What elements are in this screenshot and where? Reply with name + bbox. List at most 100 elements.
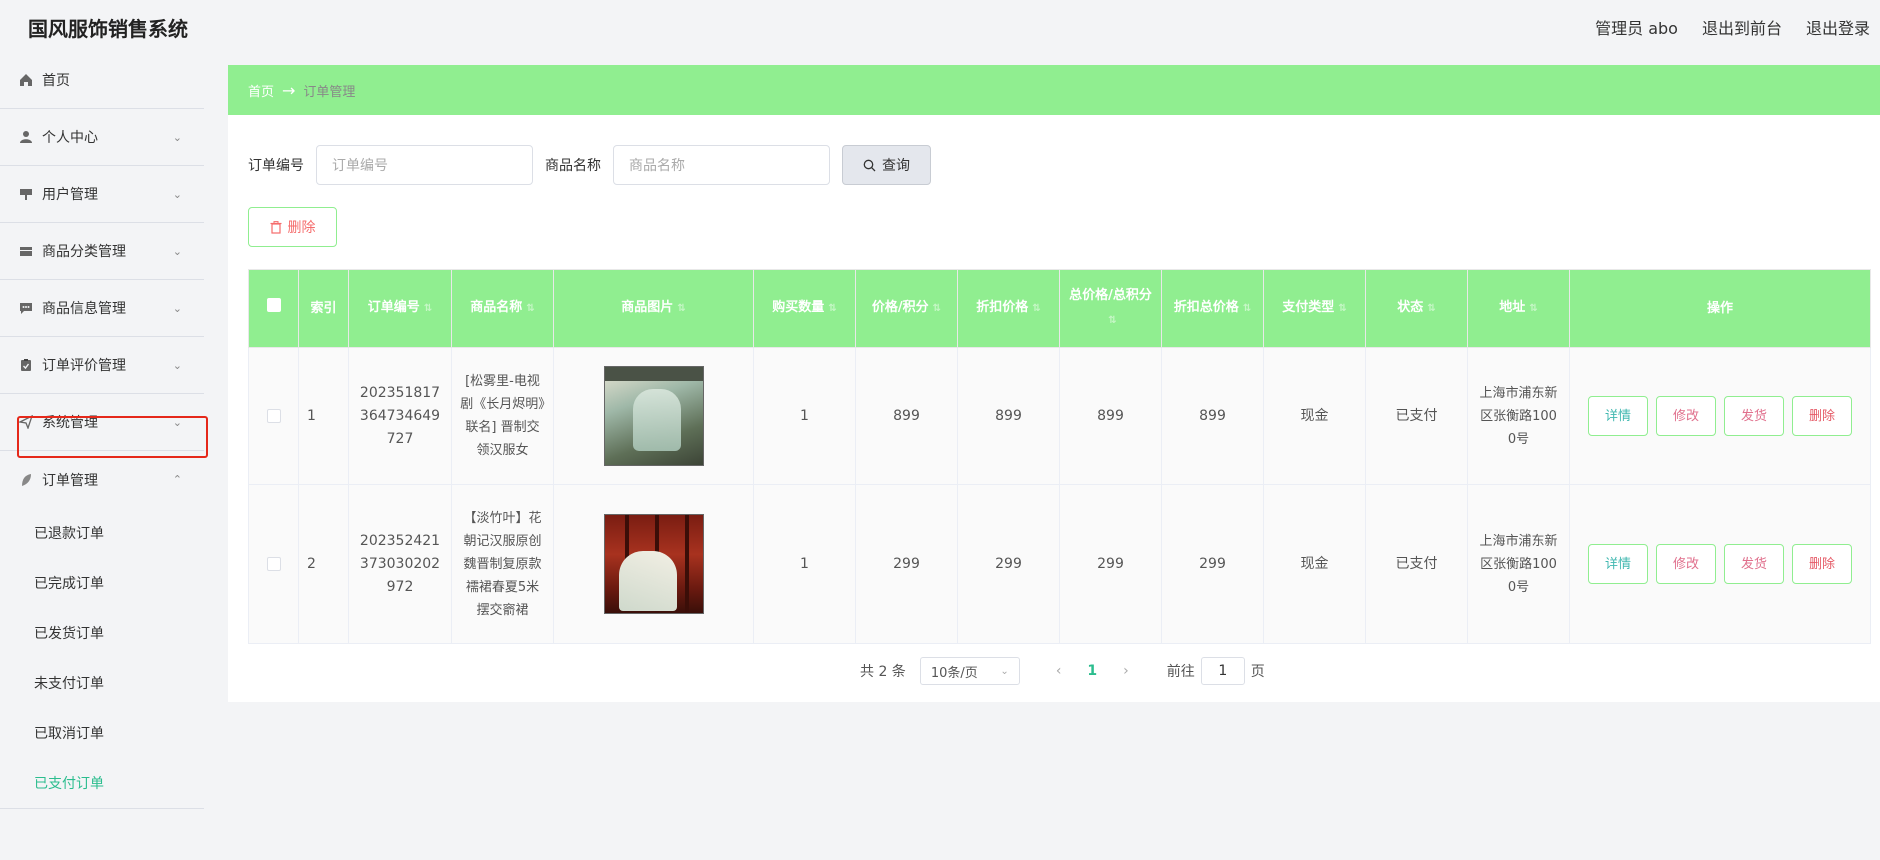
column-header[interactable]: 地址 ⇅ [1467, 269, 1570, 348]
current-page-number[interactable]: 1 [1087, 663, 1097, 679]
goto-page-input[interactable]: 1 [1200, 657, 1245, 685]
submenu-shipped-orders[interactable]: 已发货订单 [0, 608, 204, 658]
home-icon [18, 72, 34, 88]
sidebar-item-order-review-management[interactable]: 订单评价管理 ⌄ [0, 337, 204, 394]
column-header[interactable]: 支付类型 ⇅ [1263, 269, 1366, 348]
submenu-unpaid-orders[interactable]: 未支付订单 [0, 658, 204, 708]
column-header[interactable]: 订单编号 ⇅ [348, 269, 452, 348]
detail-button[interactable]: 详情 [1588, 396, 1648, 436]
sort-icon[interactable]: ⇅ [1032, 303, 1040, 314]
brush-icon [18, 186, 34, 202]
cell-price: 899 [855, 347, 958, 485]
submenu-refunded-orders[interactable]: 已退款订单 [0, 508, 204, 558]
column-header[interactable]: 状态 ⇅ [1365, 269, 1468, 348]
edit-button[interactable]: 修改 [1656, 544, 1716, 584]
breadcrumb-home-link[interactable]: 首页 [248, 81, 274, 100]
cell-discount-total: 299 [1161, 484, 1264, 644]
sidebar-item-category-management[interactable]: 商品分类管理 ⌄ [0, 223, 204, 280]
column-header[interactable]: 购买数量 ⇅ [753, 269, 856, 348]
next-page-icon[interactable]: › [1123, 663, 1129, 679]
product-name-input[interactable]: 商品名称 [613, 145, 830, 185]
column-header[interactable]: 总价格/总积分⇅ [1059, 269, 1162, 348]
sort-icon[interactable]: ⇅ [1108, 315, 1116, 326]
column-header[interactable]: 折扣总价格 ⇅ [1161, 269, 1264, 348]
cell-address: 上海市浦东新区张衡路1000号 [1467, 484, 1570, 644]
table-header-row: 索引 订单编号 ⇅ 商品名称 ⇅ 商品图片 ⇅ 购买数量 ⇅ 价格/积分 ⇅ 折扣价格 ⇅ … [248, 269, 1871, 348]
sidebar-item-product-management[interactable]: 商品信息管理 ⌄ [0, 280, 204, 337]
main-content: 首页 → 订单管理 订单编号 订单编号 商品名称 商品名称 查询 删除 索引 订… [228, 65, 1880, 702]
app-title: 国风服饰销售系统 [28, 17, 188, 41]
chevron-down-icon: ⌄ [1000, 665, 1009, 677]
sidebar-item-label: 商品信息管理 [42, 301, 126, 317]
cell-product-image [553, 347, 754, 485]
sidebar-item-label: 用户管理 [42, 187, 98, 203]
cell-price: 299 [855, 484, 958, 644]
sort-icon[interactable]: ⇅ [526, 303, 534, 314]
cell-payment-type: 现金 [1263, 484, 1366, 644]
cell-status: 已支付 [1365, 347, 1468, 485]
admin-user-label[interactable]: 管理员 abo [1595, 15, 1678, 39]
cell-index: 2 [298, 484, 349, 644]
sidebar-item-label: 系统管理 [42, 415, 98, 431]
sidebar-item-personal-center[interactable]: 个人中心 ⌄ [0, 109, 204, 166]
cell-order-no: 202352421373030202972 [348, 484, 452, 644]
ship-button[interactable]: 发货 [1724, 396, 1784, 436]
column-header[interactable]: 价格/积分 ⇅ [855, 269, 958, 348]
sidebar-item-home[interactable]: 首页 [0, 52, 204, 109]
chevron-down-icon: ⌄ [172, 245, 182, 258]
cell-payment-type: 现金 [1263, 347, 1366, 485]
sort-icon[interactable]: ⇅ [1529, 303, 1537, 314]
sort-icon[interactable]: ⇅ [1427, 303, 1435, 314]
table-row: 1 202351817364734649727 [松雾里-电视剧《长月烬明》联名… [248, 347, 1871, 485]
edit-button[interactable]: 修改 [1656, 396, 1716, 436]
submenu-paid-orders[interactable]: 已支付订单 [0, 758, 204, 808]
sidebar-item-label: 商品分类管理 [42, 244, 126, 260]
sidebar-item-user-management[interactable]: 用户管理 ⌄ [0, 166, 204, 223]
goto-label: 前往 [1166, 664, 1195, 680]
sort-icon[interactable]: ⇅ [424, 303, 432, 314]
detail-button[interactable]: 详情 [1588, 544, 1648, 584]
product-image[interactable] [603, 366, 704, 466]
delete-button[interactable]: 删除 [1792, 396, 1852, 436]
logout-link[interactable]: 退出登录 [1806, 15, 1870, 39]
select-all-checkbox[interactable] [248, 269, 299, 348]
delete-button[interactable]: 删除 [1792, 544, 1852, 584]
row-checkbox[interactable] [248, 484, 299, 644]
sidebar-item-order-management[interactable]: 订单管理 ⌃ [0, 451, 204, 508]
page-size-select[interactable]: 10条/页 ⌄ [919, 657, 1020, 685]
sidebar-item-system-management[interactable]: 系统管理 ⌄ [0, 394, 204, 451]
top-header: 国风服饰销售系统 管理员 abo 退出到前台 退出登录 [0, 0, 1880, 52]
column-header: 操作 [1569, 269, 1871, 348]
sort-icon[interactable]: ⇅ [1243, 303, 1251, 314]
column-header[interactable]: 商品名称 ⇅ [451, 269, 554, 348]
order-no-input[interactable]: 订单编号 [316, 145, 533, 185]
back-to-frontend-link[interactable]: 退出到前台 [1702, 15, 1782, 39]
submenu-cancelled-orders[interactable]: 已取消订单 [0, 708, 204, 758]
cell-quantity: 1 [753, 347, 856, 485]
column-header[interactable]: 索引 [298, 269, 349, 348]
sidebar: 首页 个人中心 ⌄ 用户管理 ⌄ 商品分类管理 ⌄ 商品信息管理 ⌄ 订单评价管… [0, 52, 204, 860]
sort-icon[interactable]: ⇅ [828, 303, 836, 314]
sort-icon[interactable]: ⇅ [677, 303, 685, 314]
sort-icon[interactable]: ⇅ [933, 303, 941, 314]
breadcrumb-separator-icon: → [282, 80, 296, 100]
prev-page-icon[interactable]: ‹ [1056, 663, 1062, 679]
message-icon [18, 300, 34, 316]
header-links: 管理员 abo 退出到前台 退出登录 [1595, 15, 1870, 39]
column-header[interactable]: 商品图片 ⇅ [553, 269, 754, 348]
sidebar-item-label: 首页 [42, 73, 70, 89]
product-image[interactable] [603, 514, 704, 614]
ship-button[interactable]: 发货 [1724, 544, 1784, 584]
row-checkbox[interactable] [248, 347, 299, 485]
batch-delete-button[interactable]: 删除 [248, 207, 337, 247]
cell-address: 上海市浦东新区张衡路1000号 [1467, 347, 1570, 485]
query-button[interactable]: 查询 [842, 145, 931, 185]
user-icon [18, 129, 34, 145]
pagination-total: 共 2 条 [860, 664, 906, 680]
sort-icon[interactable]: ⇅ [1338, 303, 1346, 314]
submenu-completed-orders[interactable]: 已完成订单 [0, 558, 204, 608]
cell-product-name: [松雾里-电视剧《长月烬明》联名] 晋制交领汉服女 [451, 347, 554, 485]
trash-icon [270, 220, 281, 234]
chevron-down-icon: ⌄ [172, 416, 182, 429]
column-header[interactable]: 折扣价格 ⇅ [957, 269, 1060, 348]
